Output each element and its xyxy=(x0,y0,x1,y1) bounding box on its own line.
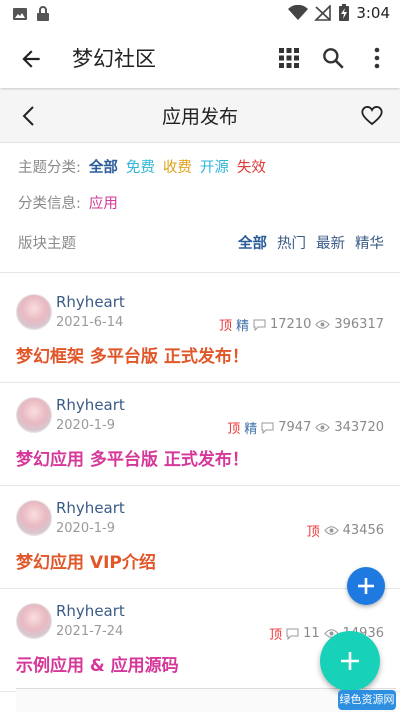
comment-icon xyxy=(261,422,274,434)
theme-filter-row: 主题分类: 全部 免费 收费 开源 失效 xyxy=(18,156,266,177)
post-author[interactable]: Rhyheart xyxy=(56,602,125,620)
badge-top: 顶 xyxy=(269,628,283,643)
app-bar: 梦幻社区 xyxy=(0,28,400,88)
badge-top: 顶 xyxy=(218,319,232,334)
theme-option-paid[interactable]: 收费 xyxy=(163,156,192,177)
badge-top: 顶 xyxy=(306,525,320,540)
view-count: 43456 xyxy=(342,523,384,538)
watermark-logo: 绿色资源网 xyxy=(338,690,396,710)
post-item[interactable]: Rhyheart 2020-1-9 顶 精 7947 343720 梦幻应用 多… xyxy=(0,383,400,486)
plus-icon xyxy=(358,578,374,594)
back-arrow-icon[interactable] xyxy=(18,46,44,72)
theme-option-free[interactable]: 免费 xyxy=(126,156,155,177)
post-title[interactable]: 梦幻应用 多平台版 正式发布！ xyxy=(16,445,249,470)
lock-icon xyxy=(37,6,49,21)
heart-icon[interactable] xyxy=(360,104,384,126)
new-post-fab[interactable] xyxy=(320,631,380,691)
sort-tab-hot[interactable]: 热门 xyxy=(277,232,306,253)
avatar[interactable] xyxy=(16,294,52,330)
sort-label: 版块主题 xyxy=(18,236,76,252)
post-date: 2021-7-24 xyxy=(56,624,124,639)
image-icon xyxy=(13,8,27,20)
post-item[interactable]: Rhyheart 2021-6-14 顶 精 17210 396317 梦幻框架… xyxy=(0,280,400,383)
eye-icon xyxy=(315,320,331,329)
forum-title: 应用发布 xyxy=(161,106,238,128)
post-meta: 顶 精 7947 343720 xyxy=(227,418,384,437)
wifi-icon xyxy=(288,5,309,20)
post-meta: 顶 43456 xyxy=(307,521,384,540)
status-bar: 3:04 xyxy=(0,0,400,28)
badge-featured: 精 xyxy=(244,422,258,437)
post-author[interactable]: Rhyheart xyxy=(56,396,125,414)
avatar[interactable] xyxy=(16,500,52,536)
theme-option-opensource[interactable]: 开源 xyxy=(200,156,229,177)
info-option-app[interactable]: 应用 xyxy=(89,192,118,213)
eye-icon xyxy=(323,526,339,535)
view-count: 396317 xyxy=(334,317,384,332)
badge-top: 顶 xyxy=(227,422,241,437)
post-author[interactable]: Rhyheart xyxy=(56,499,125,517)
battery-charging-icon xyxy=(339,4,350,21)
avatar[interactable] xyxy=(16,397,52,433)
sort-tab-featured[interactable]: 精华 xyxy=(355,232,384,253)
theme-option-all[interactable]: 全部 xyxy=(89,156,118,177)
avatar[interactable] xyxy=(16,603,52,639)
post-date: 2020-1-9 xyxy=(56,418,116,433)
info-filter-label: 分类信息: xyxy=(18,196,81,212)
badge-featured: 精 xyxy=(235,319,249,334)
forum-header: 应用发布 xyxy=(0,90,400,143)
sort-row: 版块主题 全部 热门 最新 精华 xyxy=(18,232,384,253)
post-meta: 顶 精 17210 396317 xyxy=(219,315,384,334)
post-author[interactable]: Rhyheart xyxy=(56,293,125,311)
view-count: 343720 xyxy=(334,420,384,435)
plus-icon xyxy=(341,652,359,670)
theme-filter-label: 主题分类: xyxy=(18,160,81,176)
post-title[interactable]: 梦幻框架 多平台版 正式发布！ xyxy=(16,342,249,367)
grid-icon[interactable] xyxy=(278,47,300,69)
post-item[interactable]: Rhyheart 2020-1-9 顶 43456 梦幻应用 VIP介绍 xyxy=(0,486,400,589)
app-title: 梦幻社区 xyxy=(72,47,156,71)
search-icon[interactable] xyxy=(320,45,346,71)
divider xyxy=(0,272,400,273)
post-date: 2020-1-9 xyxy=(56,521,116,536)
post-date: 2021-6-14 xyxy=(56,315,124,330)
sort-tab-all[interactable]: 全部 xyxy=(238,232,267,253)
more-vert-icon[interactable] xyxy=(370,45,384,71)
post-title[interactable]: 示例应用 & 应用源码 xyxy=(16,651,179,676)
scroll-add-fab[interactable] xyxy=(347,567,385,605)
comment-count: 17210 xyxy=(270,317,312,332)
post-title[interactable]: 梦幻应用 VIP介绍 xyxy=(16,548,156,573)
comment-count: 11 xyxy=(303,626,320,641)
info-filter-row: 分类信息: 应用 xyxy=(18,192,118,213)
status-time: 3:04 xyxy=(356,4,390,22)
comment-icon xyxy=(286,628,299,640)
comment-count: 7947 xyxy=(278,420,312,435)
theme-option-expired[interactable]: 失效 xyxy=(237,156,266,177)
sort-tab-latest[interactable]: 最新 xyxy=(316,232,345,253)
eye-icon xyxy=(315,423,331,432)
signal-off-icon xyxy=(314,5,332,21)
comment-icon xyxy=(253,319,266,331)
